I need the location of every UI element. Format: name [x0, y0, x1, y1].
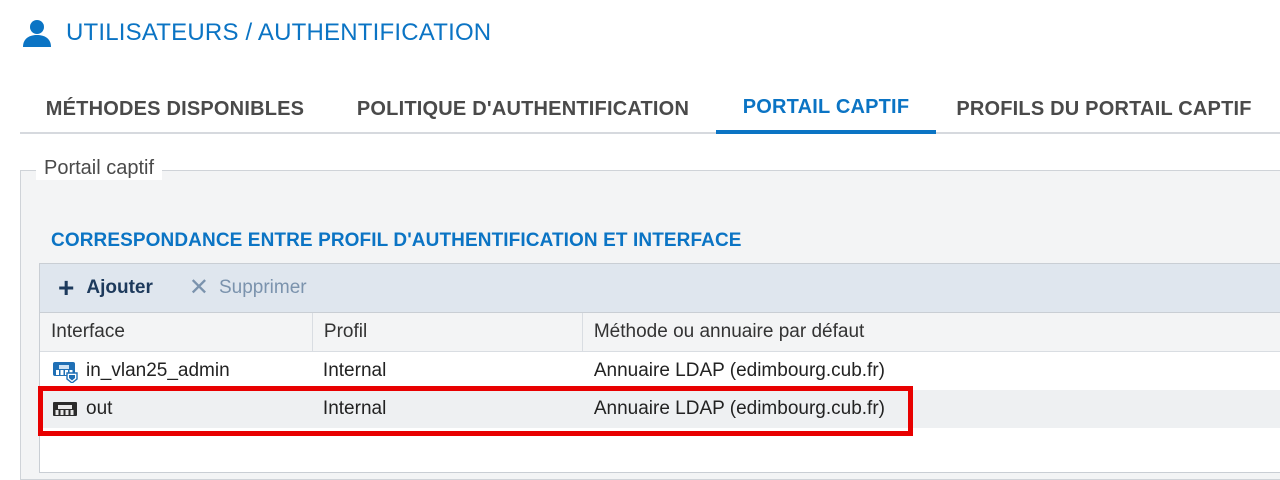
cell-profile: Internal [322, 360, 387, 381]
fieldset-legend: Portail captif [36, 156, 163, 180]
table-row[interactable]: in_vlan25_admin Internal Annuaire LDAP (… [40, 352, 1280, 390]
interface-name: out [86, 398, 113, 419]
interface-name: in_vlan25_admin [86, 360, 230, 381]
tab-captive-portal[interactable]: PORTAIL CAPTIF [716, 84, 936, 134]
grid-toolbar: + Ajouter ✕ Supprimer [40, 264, 1280, 313]
table-header: Interface Profil Méthode ou annuaire par… [40, 313, 1280, 352]
mapping-grid: + Ajouter ✕ Supprimer Interface Profil M… [39, 263, 1280, 473]
column-header-interface[interactable]: Interface [40, 313, 313, 351]
vlan-interface-icon [53, 362, 78, 383]
add-button[interactable]: + Ajouter [58, 264, 153, 313]
delete-button-label: Supprimer [218, 277, 307, 298]
plus-icon: + [58, 272, 75, 303]
tab-authentication-policy[interactable]: POLITIQUE D'AUTHENTIFICATION [330, 84, 716, 134]
section-title: CORRESPONDANCE ENTRE PROFIL D'AUTHENTIFI… [51, 230, 742, 251]
cell-interface: in_vlan25_admin [40, 352, 313, 390]
tab-captive-portal-profiles[interactable]: PROFILS DU PORTAIL CAPTIF [936, 84, 1272, 134]
add-button-label: Ajouter [86, 277, 153, 298]
page-title: UTILISATEURS / AUTHENTIFICATION [66, 19, 492, 46]
table-row[interactable]: out Internal Annuaire LDAP (edimbourg.cu… [40, 390, 1280, 428]
delete-button[interactable]: ✕ Supprimer [189, 264, 307, 313]
close-icon: ✕ [188, 274, 209, 301]
page-header: UTILISATEURS / AUTHENTIFICATION [22, 16, 491, 50]
cell-interface: out [40, 390, 313, 428]
cell-method: Annuaire LDAP (edimbourg.cub.fr) [593, 398, 885, 419]
user-icon [23, 20, 51, 47]
ethernet-port-icon [53, 402, 77, 416]
cell-profile: Internal [322, 398, 387, 419]
cell-method: Annuaire LDAP (edimbourg.cub.fr) [593, 360, 885, 381]
column-header-method[interactable]: Méthode ou annuaire par défaut [583, 313, 1280, 351]
column-header-profile[interactable]: Profil [313, 313, 583, 351]
tab-bar: MÉTHODES DISPONIBLES POLITIQUE D'AUTHENT… [20, 84, 1280, 134]
tab-available-methods[interactable]: MÉTHODES DISPONIBLES [20, 84, 330, 134]
